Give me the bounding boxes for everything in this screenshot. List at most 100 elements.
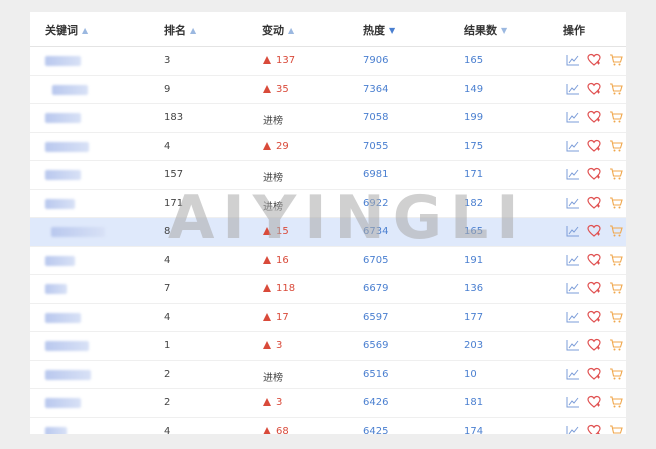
change-cell: 15 [263,226,289,237]
keyword-blurred[interactable] [51,227,105,237]
rank-value: 1 [164,340,171,351]
change-cell: 17 [263,312,289,323]
heart-icon[interactable] [587,139,601,153]
table-row[interactable]: 7 118 6679 136 [30,275,626,304]
table-row[interactable]: 2 进榜 6516 10 [30,361,626,389]
rank-value: 3 [164,55,171,66]
column-keyword[interactable]: 关键词 ▲ [45,22,88,38]
cart-icon[interactable] [609,310,623,324]
heart-icon[interactable] [587,367,601,381]
trend-icon[interactable] [566,167,580,181]
change-value: 进榜 [263,201,283,213]
cart-icon[interactable] [609,367,623,381]
rank-value: 7 [164,283,171,294]
table-row[interactable]: 3 137 7906 165 [30,47,626,76]
cart-icon[interactable] [609,338,623,352]
results-value: 182 [464,197,484,209]
table-row[interactable]: 4 68 6425 174 [30,418,626,435]
trend-icon[interactable] [566,338,580,352]
heart-icon[interactable] [587,310,601,324]
trend-icon[interactable] [566,281,580,295]
table-row[interactable]: 4 29 7055 175 [30,133,626,161]
column-heat[interactable]: 热度 ▼ [363,22,395,38]
keyword-blurred[interactable] [45,312,81,323]
heart-icon[interactable] [587,53,601,67]
heart-icon[interactable] [587,424,601,435]
keyword-blurred[interactable] [45,426,67,434]
keyword-blurred[interactable] [45,398,81,408]
column-change[interactable]: 变动 ▲ [262,22,294,38]
trend-icon[interactable] [566,110,580,124]
keyword-blurred[interactable] [45,369,91,380]
heat-value: 7058 [363,112,389,123]
keyword-blurred[interactable] [45,170,81,180]
results-value: 199 [464,112,484,123]
cart-icon[interactable] [609,281,623,295]
sort-asc-icon[interactable]: ▲ [82,26,88,35]
cart-icon[interactable] [609,110,623,124]
heart-icon[interactable] [587,224,601,238]
cart-icon[interactable] [609,395,623,409]
table-row[interactable]: 4 16 6705 191 [30,247,626,275]
keyword-blurred[interactable] [45,198,75,209]
table-row[interactable]: 8 15 6734 165 [30,218,626,247]
up-arrow-icon [263,141,271,150]
results-value: 165 [464,55,484,66]
trend-icon[interactable] [566,253,580,267]
trend-icon[interactable] [566,82,580,96]
heart-icon[interactable] [587,82,601,96]
sort-asc-icon[interactable]: ▲ [288,26,294,35]
keyword-blurred[interactable] [45,341,89,351]
heart-icon[interactable] [587,167,601,181]
heart-icon[interactable] [587,196,601,210]
heat-value: 6426 [363,397,389,408]
table-row[interactable]: 157 进榜 6981 171 [30,161,626,190]
table-row[interactable]: 9 35 7364 149 [30,76,626,104]
column-rank[interactable]: 排名 ▲ [164,22,196,38]
heart-icon[interactable] [587,395,601,409]
keyword-blurred[interactable] [45,113,81,123]
cart-icon[interactable] [609,253,623,267]
trend-icon[interactable] [566,424,580,435]
trend-icon[interactable] [566,139,580,153]
keyword-blurred[interactable] [52,84,88,95]
trend-icon[interactable] [566,310,580,324]
results-value: 174 [464,425,484,435]
cart-icon[interactable] [609,424,623,435]
trend-icon[interactable] [566,53,580,67]
table-row[interactable]: 2 3 6426 181 [30,389,626,418]
rank-value: 4 [164,425,171,435]
sort-desc-icon[interactable]: ▼ [389,26,395,35]
heart-icon[interactable] [587,110,601,124]
cart-icon[interactable] [609,139,623,153]
up-arrow-icon [263,56,271,64]
heart-icon[interactable] [587,253,601,267]
heat-value: 6922 [363,197,389,209]
trend-icon[interactable] [566,367,580,381]
rank-value: 157 [164,169,184,180]
table-row[interactable]: 183 进榜 7058 199 [30,104,626,133]
cart-icon[interactable] [609,53,623,67]
trend-icon[interactable] [566,395,580,409]
trend-icon[interactable] [566,224,580,238]
table-row[interactable]: 1 3 6569 203 [30,332,626,361]
sort-asc-icon[interactable]: ▲ [190,26,196,35]
column-results[interactable]: 结果数 ▼ [464,22,507,38]
heat-value: 6516 [363,368,389,380]
heart-icon[interactable] [587,281,601,295]
cart-icon[interactable] [609,196,623,210]
keyword-blurred[interactable] [45,255,75,266]
keyword-blurred[interactable] [45,56,81,66]
change-value: 35 [276,83,289,95]
change-cell: 3 [263,397,282,408]
trend-icon[interactable] [566,196,580,210]
cart-icon[interactable] [609,167,623,181]
cart-icon[interactable] [609,224,623,238]
table-row[interactable]: 4 17 6597 177 [30,304,626,332]
heart-icon[interactable] [587,338,601,352]
cart-icon[interactable] [609,82,623,96]
keyword-blurred[interactable] [45,141,89,152]
keyword-blurred[interactable] [45,284,67,294]
table-row[interactable]: 171 进榜 6922 182 [30,190,626,218]
sort-desc-icon[interactable]: ▼ [501,26,507,35]
